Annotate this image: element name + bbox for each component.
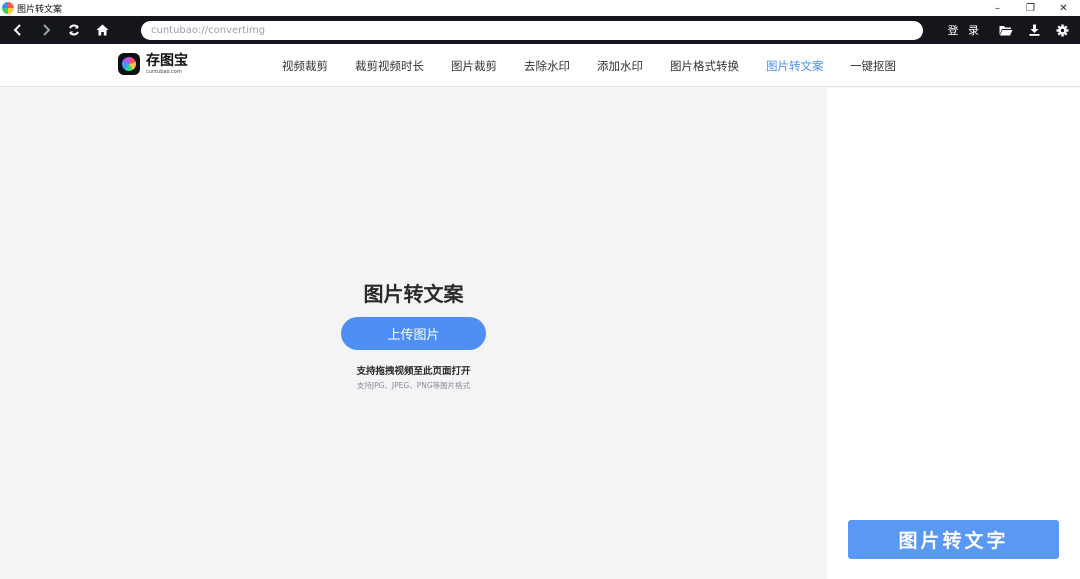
folder-icon[interactable] bbox=[992, 16, 1020, 44]
nav-remove-watermark[interactable]: 去除水印 bbox=[524, 58, 570, 74]
main-content: 图片转文案 上传图片 支持拖拽视频至此页面打开 支持JPG、JPEG、PNG等图… bbox=[0, 88, 827, 579]
app-icon bbox=[2, 2, 14, 14]
nav-image-crop[interactable]: 图片裁剪 bbox=[451, 58, 497, 74]
nav-video-crop[interactable]: 视频裁剪 bbox=[282, 58, 328, 74]
home-icon[interactable] bbox=[88, 16, 116, 44]
refresh-icon[interactable] bbox=[60, 16, 88, 44]
drag-hint: 支持拖拽视频至此页面打开 bbox=[356, 366, 471, 377]
nav-trim-video[interactable]: 裁剪视频时长 bbox=[355, 58, 424, 74]
minimize-button[interactable]: – bbox=[981, 0, 1014, 16]
browser-toolbar: cuntubao://convertimg 登 录 bbox=[0, 16, 1080, 44]
nav-image-to-text[interactable]: 图片转文案 bbox=[766, 58, 824, 74]
close-button[interactable]: ✕ bbox=[1047, 0, 1080, 16]
side-panel: 图片转文字 bbox=[827, 88, 1080, 579]
address-bar[interactable]: cuntubao://convertimg bbox=[141, 21, 923, 40]
nav-format-convert[interactable]: 图片格式转换 bbox=[670, 58, 739, 74]
upload-image-button[interactable]: 上传图片 bbox=[341, 317, 486, 350]
forward-icon[interactable] bbox=[32, 16, 60, 44]
gear-icon[interactable] bbox=[1048, 16, 1076, 44]
login-button[interactable]: 登 录 bbox=[948, 22, 983, 38]
format-hint: 支持JPG、JPEG、PNG等图片格式 bbox=[356, 381, 471, 390]
back-icon[interactable] bbox=[4, 16, 32, 44]
page-title: 图片转文案 bbox=[363, 282, 464, 306]
window-title: 图片转文案 bbox=[17, 4, 63, 15]
window-controls: – ❐ ✕ bbox=[981, 0, 1080, 16]
window-titlebar: 图片转文案 – ❐ ✕ bbox=[0, 0, 1080, 16]
site-header: 存图宝 cuntubao.com 视频裁剪 裁剪视频时长 图片裁剪 去除水印 添… bbox=[0, 44, 1080, 87]
nav-add-watermark[interactable]: 添加水印 bbox=[597, 58, 643, 74]
logo-name: 存图宝 bbox=[146, 52, 188, 69]
logo-domain: cuntubao.com bbox=[146, 68, 182, 75]
image-to-text-button[interactable]: 图片转文字 bbox=[848, 520, 1059, 559]
restore-button[interactable]: ❐ bbox=[1014, 0, 1047, 16]
logo-icon bbox=[118, 53, 140, 75]
site-logo[interactable]: 存图宝 cuntubao.com bbox=[118, 53, 188, 75]
download-icon[interactable] bbox=[1020, 16, 1048, 44]
nav-cutout[interactable]: 一键抠图 bbox=[850, 58, 896, 74]
